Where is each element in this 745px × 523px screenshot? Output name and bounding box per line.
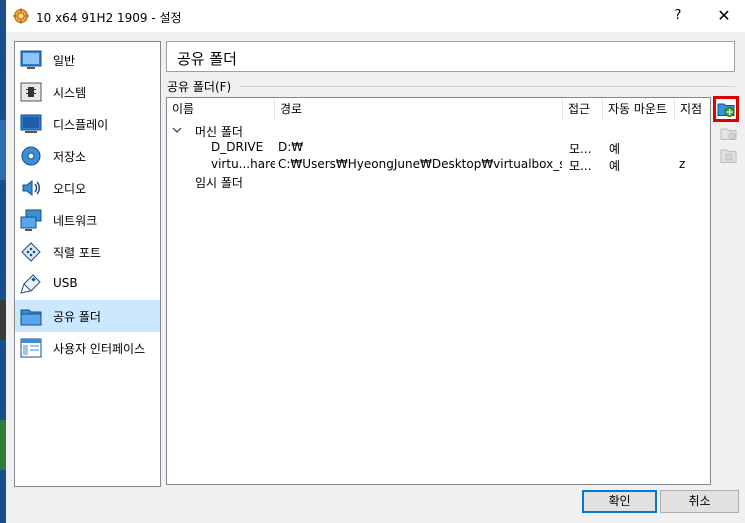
- nav-item-system[interactable]: 시스템: [15, 76, 160, 108]
- edit-shared-folder-button[interactable]: [717, 122, 739, 144]
- nav-item-label: 오디오: [53, 182, 87, 196]
- nav-item-label: 직렬 포트: [53, 246, 101, 260]
- virtualbox-app-icon: [13, 8, 29, 24]
- ok-button[interactable]: 확인: [582, 490, 657, 513]
- edit-shared-folder-icon: [720, 128, 737, 140]
- nav-item-audio[interactable]: 오디오: [15, 172, 160, 204]
- remove-shared-folder-icon: [720, 149, 737, 163]
- table-row[interactable]: virtu...hare C:₩Users₩HyeongJune₩Desktop…: [167, 156, 710, 173]
- nav-item-label: 공유 폴더: [53, 310, 101, 324]
- settings-category-list: 일반 시스템 디스플레이 저장소 오디오 네트워크 직렬 포트 USB 공유 폴…: [14, 41, 161, 487]
- page-title: 공유 폴더: [177, 50, 237, 68]
- serial-port-icon: [19, 240, 43, 264]
- nav-item-label: 저장소: [53, 150, 87, 164]
- tree-group-machine-folders[interactable]: 머신 폴더: [167, 122, 710, 139]
- folder-name: D_DRIVE: [211, 140, 264, 154]
- nav-item-user-interface[interactable]: 사용자 인터페이스: [15, 332, 160, 364]
- nav-item-shared-folders[interactable]: 공유 폴더: [15, 300, 160, 332]
- cancel-button[interactable]: 취소: [660, 490, 739, 513]
- nav-item-label: 일반: [53, 54, 76, 68]
- shared-folder-icon: [19, 304, 43, 328]
- add-shared-folder-icon: [717, 103, 735, 117]
- folder-automount: 예: [609, 159, 621, 173]
- title-bar: 10 x64 91H2 1909 - 설정 ? ✕: [6, 0, 745, 32]
- folder-path: D:₩: [278, 140, 304, 154]
- close-window-button[interactable]: ✕: [708, 4, 740, 28]
- folder-path: C:₩Users₩HyeongJune₩Desktop₩virtualbox_s…: [278, 157, 562, 171]
- shared-folders-section-label: 공유 폴더(F): [167, 80, 232, 94]
- nav-item-label: 네트워크: [53, 214, 98, 228]
- table-row[interactable]: D_DRIVE D:₩ 모... 예: [167, 139, 710, 156]
- nav-item-network[interactable]: 네트워크: [15, 204, 160, 236]
- chevron-down-icon[interactable]: [171, 123, 183, 137]
- tree-group-transient-folders[interactable]: 임시 폴더: [167, 173, 710, 190]
- nav-item-label: 시스템: [53, 86, 87, 100]
- nav-item-label: 사용자 인터페이스: [53, 342, 146, 356]
- general-icon: [19, 48, 43, 72]
- page-title-box: 공유 폴더: [166, 41, 735, 72]
- remove-shared-folder-button[interactable]: [717, 144, 739, 166]
- column-header-path[interactable]: 경로: [275, 98, 563, 120]
- column-header-name[interactable]: 이름: [167, 98, 275, 120]
- nav-item-usb[interactable]: USB: [15, 268, 160, 300]
- group-label: 임시 폴더: [195, 176, 243, 190]
- display-icon: [19, 112, 43, 136]
- system-icon: [19, 80, 43, 104]
- column-header-automount[interactable]: 자동 마운트: [603, 98, 675, 120]
- folder-automount: 예: [609, 142, 621, 156]
- shared-folders-table[interactable]: 이름 경로 접근 자동 마운트 지점 머신 폴더 D_DRIVE D:₩ 모..…: [166, 97, 711, 485]
- folder-access: 모...: [569, 142, 592, 156]
- user-interface-icon: [19, 336, 43, 360]
- help-button[interactable]: ?: [662, 4, 694, 28]
- nav-item-storage[interactable]: 저장소: [15, 140, 160, 172]
- section-divider: [240, 86, 735, 87]
- column-header-access[interactable]: 접근: [563, 98, 603, 120]
- network-icon: [19, 208, 43, 232]
- nav-item-serial-port[interactable]: 직렬 포트: [15, 236, 160, 268]
- nav-item-label: 디스플레이: [53, 118, 109, 132]
- nav-item-label: USB: [53, 276, 78, 290]
- usb-icon: [19, 272, 43, 296]
- nav-item-display[interactable]: 디스플레이: [15, 108, 160, 140]
- group-label: 머신 폴더: [195, 125, 243, 139]
- window-title: 10 x64 91H2 1909 - 설정: [36, 11, 182, 25]
- folder-mount-point: z: [679, 157, 686, 171]
- folder-name: virtu...hare: [211, 157, 275, 171]
- add-shared-folder-button[interactable]: [713, 96, 739, 122]
- folder-access: 모...: [569, 159, 592, 173]
- storage-icon: [19, 144, 43, 168]
- nav-item-general[interactable]: 일반: [15, 44, 160, 76]
- audio-icon: [19, 176, 43, 200]
- column-header-mount-point[interactable]: 지점: [675, 98, 710, 120]
- settings-window: 10 x64 91H2 1909 - 설정 ? ✕ 일반 시스템 디스플레이 저…: [6, 0, 745, 523]
